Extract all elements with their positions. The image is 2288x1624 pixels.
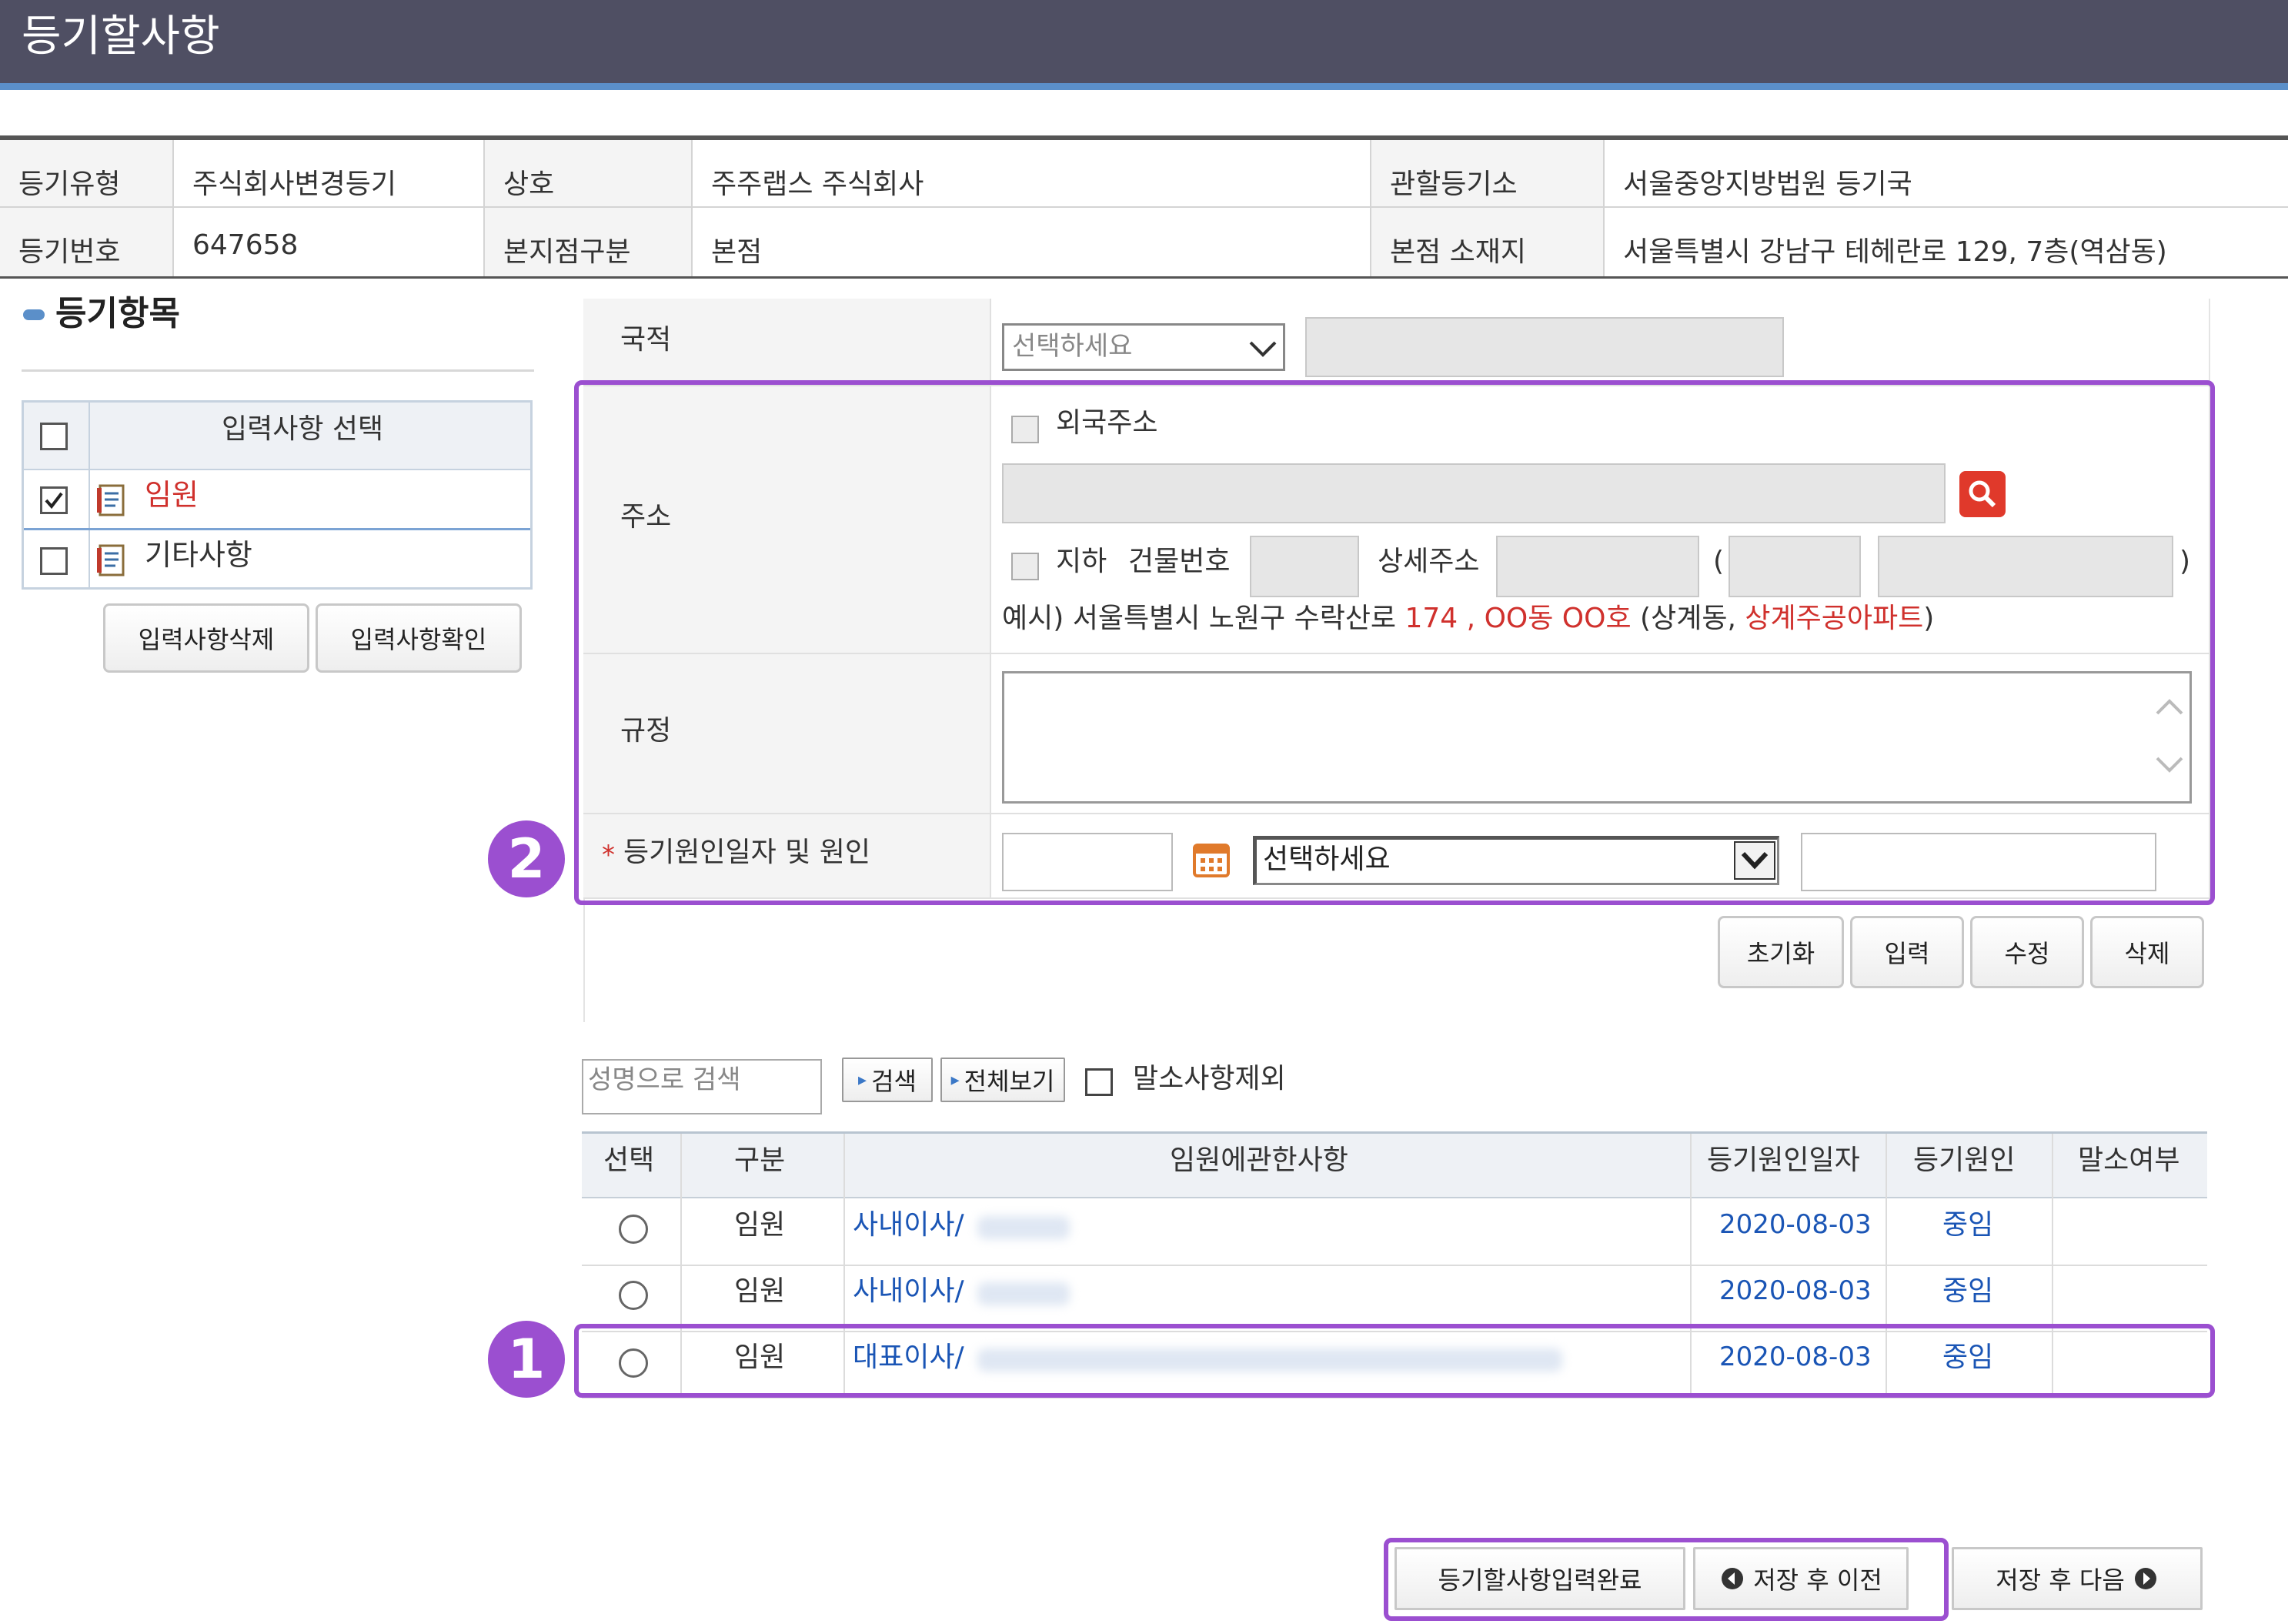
edit-button[interactable]: 수정	[1970, 916, 2084, 988]
col-header-select: 선택	[603, 1144, 655, 1176]
section-bullet-icon	[23, 309, 45, 320]
registration-info-table: 등기유형 주식회사변경등기 상호 주주랩스 주식회사 관할등기소 서울중앙지방법…	[0, 135, 2288, 279]
row-divider	[582, 1265, 2207, 1266]
step-badge-2: 2	[488, 820, 565, 897]
section-title: 등기항목	[55, 294, 180, 333]
input-button[interactable]: 입력	[1850, 916, 1964, 988]
info-office-value: 서울중앙지방법원 등기국	[1605, 140, 2288, 208]
info-location-label: 본점 소재지	[1371, 208, 1605, 276]
exclude-cancelled-label: 말소사항제외	[1133, 1063, 1286, 1094]
search-button[interactable]: ▸ 검색	[842, 1058, 933, 1102]
select-all-checkbox[interactable]	[40, 423, 68, 450]
highlight-box-form	[574, 380, 2215, 905]
section-divider	[22, 369, 534, 372]
name-search-input[interactable]: 성명으로 검색	[582, 1059, 822, 1114]
info-number-label: 등기번호	[0, 208, 174, 276]
arrow-right-icon: ▸	[950, 1070, 960, 1090]
col-header-date: 등기원인일자	[1707, 1144, 1860, 1176]
exclude-cancelled-checkbox[interactable]	[1085, 1068, 1113, 1096]
row-cause[interactable]: 중임	[1942, 1278, 1993, 1305]
row-description[interactable]: 사내이사/	[853, 1211, 964, 1239]
row-type: 임원	[734, 1209, 786, 1241]
info-type-value: 주식회사변경등기	[174, 140, 485, 208]
col-header-description: 임원에관한사항	[1170, 1144, 1348, 1176]
nationality-label: 국적	[620, 324, 672, 356]
reset-button[interactable]: 초기화	[1718, 916, 1844, 988]
item-label-officer[interactable]: 임원	[145, 480, 199, 510]
step-badge-1: 1	[488, 1321, 565, 1398]
item-checkbox-other[interactable]	[40, 547, 68, 575]
page-title: 등기할사항	[22, 12, 220, 62]
row-radio-2[interactable]	[619, 1281, 648, 1310]
col-header-cancelled: 말소여부	[2078, 1144, 2180, 1176]
highlight-box-row	[574, 1324, 2215, 1398]
info-branch-value: 본점	[693, 208, 1371, 276]
item-label-other[interactable]: 기타사항	[145, 540, 252, 570]
redacted-text	[977, 1282, 1070, 1305]
info-office-label: 관할등기소	[1371, 140, 1605, 208]
info-type-label: 등기유형	[0, 140, 174, 208]
header-accent-line	[0, 83, 2288, 90]
item-list-header-label: 입력사항 선택	[222, 413, 384, 445]
row-radio-1[interactable]	[619, 1215, 648, 1244]
row-date[interactable]: 2020-08-03	[1719, 1211, 1872, 1238]
row-date[interactable]: 2020-08-03	[1719, 1278, 1872, 1304]
document-icon	[97, 484, 125, 516]
nationality-select[interactable]: 선택하세요	[1002, 323, 1285, 371]
redacted-text	[977, 1216, 1070, 1239]
arrow-right-icon: ▸	[858, 1070, 867, 1090]
col-header-type: 구분	[734, 1144, 786, 1176]
item-row-separator	[24, 528, 530, 530]
chevron-down-icon	[1249, 341, 1277, 357]
arrow-right-circle-icon	[2134, 1568, 2156, 1589]
info-number-value: 647658	[174, 208, 485, 276]
item-checkbox-officer[interactable]	[40, 486, 68, 514]
col-header-cause: 등기원인	[1913, 1144, 2016, 1176]
nationality-text-field[interactable]	[1305, 317, 1784, 377]
document-icon	[97, 544, 125, 576]
row-type: 임원	[734, 1275, 786, 1307]
info-location-value: 서울특별시 강남구 테헤란로 129, 7층(역삼동)	[1623, 236, 2167, 268]
highlight-box-footer	[1384, 1538, 1949, 1621]
confirm-items-button[interactable]: 입력사항확인	[316, 603, 522, 673]
info-name-label: 상호	[485, 140, 693, 208]
delete-items-button[interactable]: 입력사항삭제	[103, 603, 309, 673]
row-cause[interactable]: 중임	[1942, 1211, 1993, 1239]
check-icon	[45, 492, 63, 510]
delete-button[interactable]: 삭제	[2090, 916, 2204, 988]
view-all-button[interactable]: ▸ 전체보기	[940, 1058, 1065, 1102]
info-branch-label: 본지점구분	[485, 208, 693, 276]
info-name-value: 주주랩스 주식회사	[693, 140, 1371, 208]
page-header: 등기할사항	[0, 0, 2288, 83]
save-next-button[interactable]: 저장 후 다음	[1952, 1547, 2203, 1610]
item-list-divider	[89, 403, 90, 587]
row-description[interactable]: 사내이사/	[853, 1278, 964, 1305]
